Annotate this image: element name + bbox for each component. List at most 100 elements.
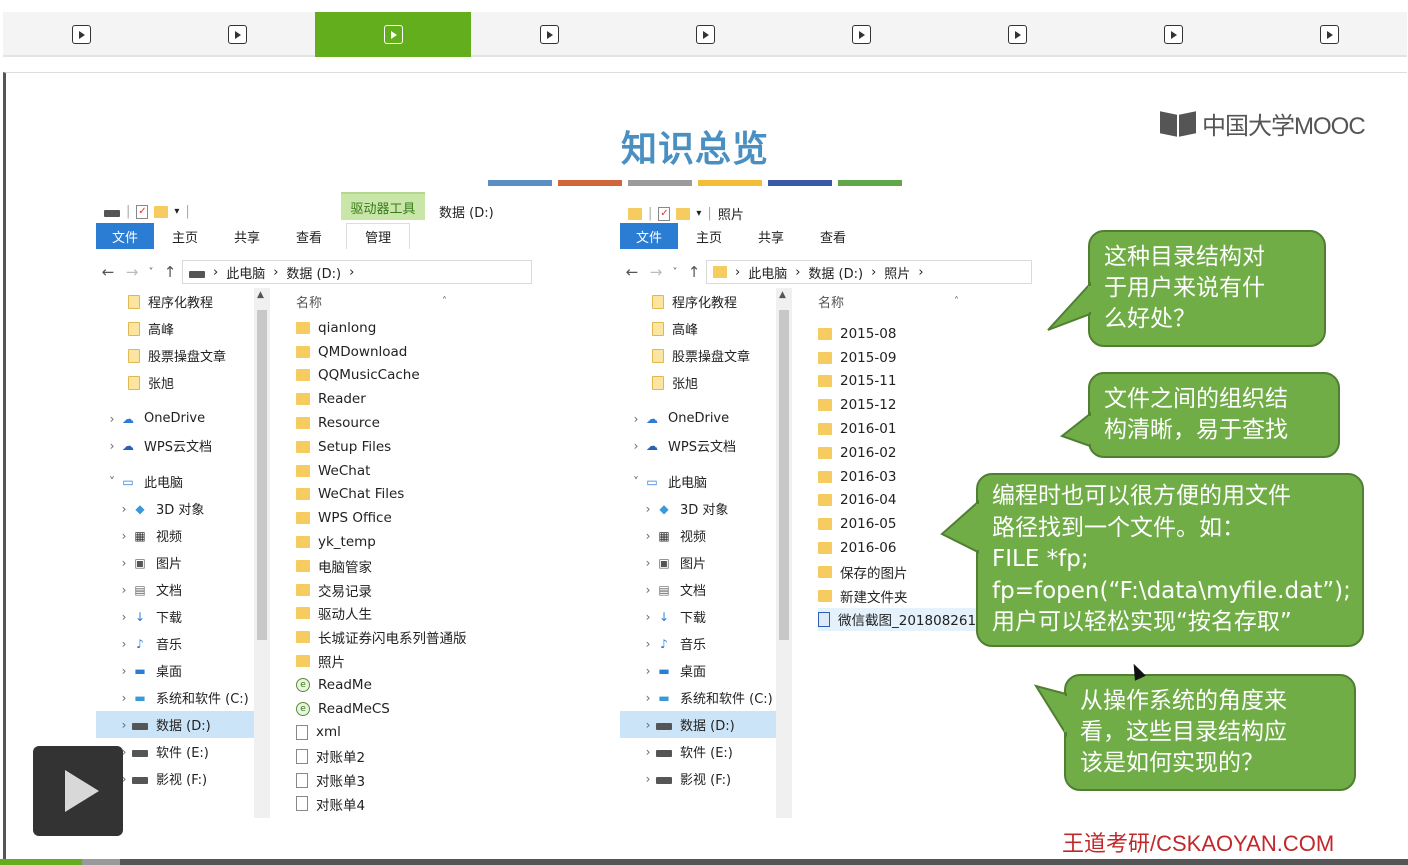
chevron-right-icon[interactable]: ›: [116, 610, 132, 624]
recent-dropdown-icon[interactable]: ˅: [144, 267, 158, 278]
nav-item[interactable]: › ▤ 文档: [620, 576, 792, 603]
file-list-item[interactable]: 驱动人生: [296, 602, 566, 626]
customize-dropdown-icon[interactable]: ▾: [696, 208, 701, 219]
file-list-item[interactable]: 照片: [296, 649, 566, 673]
chapter-button-8[interactable]: [1095, 12, 1251, 57]
file-list-item[interactable]: 对账单3: [296, 768, 566, 792]
forward-arrow-icon[interactable]: →: [644, 263, 668, 281]
chevron-right-icon[interactable]: ›: [640, 691, 656, 705]
video-progress-bar[interactable]: [0, 859, 1408, 865]
navigation-scrollbar[interactable]: ▲: [776, 288, 792, 818]
folder-icon[interactable]: [628, 207, 642, 220]
column-header-name[interactable]: 名称 ˄: [296, 288, 566, 314]
nav-item[interactable]: › 影视 (F:): [620, 765, 792, 792]
file-list-item[interactable]: xml: [296, 721, 566, 745]
chevron-right-icon[interactable]: ›: [104, 412, 120, 426]
chevron-right-icon[interactable]: ›: [116, 637, 132, 651]
chapter-button-6[interactable]: [783, 12, 939, 57]
file-list-item[interactable]: 电脑管家: [296, 554, 566, 578]
address-bar[interactable]: › 此电脑 › 数据 (D:) › 照片 ›: [706, 260, 1032, 284]
customize-dropdown-icon[interactable]: ▾: [174, 206, 179, 217]
chapter-button-1[interactable]: [3, 12, 159, 57]
breadcrumb-photos[interactable]: 照片: [884, 263, 910, 282]
new-folder-icon[interactable]: [154, 205, 169, 218]
tab-share[interactable]: 共享: [740, 223, 802, 249]
nav-item[interactable]: ˅ ▭ 此电脑: [620, 468, 792, 495]
nav-item[interactable]: › ♪ 音乐: [96, 630, 268, 657]
chevron-right-icon[interactable]: ›: [116, 691, 132, 705]
up-arrow-icon[interactable]: ↑: [682, 263, 706, 281]
nav-item[interactable]: › ◆ 3D 对象: [620, 495, 792, 522]
file-list-item[interactable]: e ReadMeCS: [296, 697, 566, 721]
chevron-right-icon[interactable]: ›: [116, 664, 132, 678]
properties-icon[interactable]: ✓: [136, 204, 149, 219]
tab-view[interactable]: 查看: [802, 223, 864, 249]
nav-item[interactable]: 高峰: [96, 315, 268, 342]
nav-item[interactable]: › ♪ 音乐: [620, 630, 792, 657]
chevron-right-icon[interactable]: ›: [104, 439, 120, 453]
tab-manage[interactable]: 管理: [346, 223, 411, 249]
chapter-button-4[interactable]: [471, 12, 627, 57]
column-header-name[interactable]: 名称 ˄: [818, 288, 1066, 314]
tab-home[interactable]: 主页: [678, 223, 740, 249]
chevron-down-icon[interactable]: ˅: [104, 475, 120, 489]
nav-item[interactable]: 张旭: [96, 369, 268, 396]
back-arrow-icon[interactable]: ←: [96, 263, 120, 281]
nav-item[interactable]: 程序化教程: [96, 288, 268, 315]
file-list-item[interactable]: 2016-02: [818, 441, 1066, 465]
chapter-button-7[interactable]: [939, 12, 1095, 57]
chevron-right-icon[interactable]: ›: [640, 718, 656, 732]
chapter-button-2[interactable]: [159, 12, 315, 57]
nav-item[interactable]: › ▤ 文档: [96, 576, 268, 603]
nav-item[interactable]: › ▣ 图片: [96, 549, 268, 576]
file-list-item[interactable]: WeChat Files: [296, 483, 566, 507]
chevron-right-icon[interactable]: ›: [640, 556, 656, 570]
file-list-item[interactable]: 对账单2: [296, 744, 566, 768]
file-list-item[interactable]: WPS Office: [296, 506, 566, 530]
chapter-button-3[interactable]: [315, 12, 471, 57]
chapter-button-9[interactable]: [1251, 12, 1407, 57]
tab-view[interactable]: 查看: [278, 223, 340, 249]
back-arrow-icon[interactable]: ←: [620, 263, 644, 281]
drive-icon[interactable]: [104, 210, 120, 217]
tab-file[interactable]: 文件: [96, 223, 155, 249]
file-list-item[interactable]: yk_temp: [296, 530, 566, 554]
chevron-right-icon[interactable]: ›: [628, 439, 644, 453]
nav-item[interactable]: › ▬ 桌面: [620, 657, 792, 684]
chevron-right-icon[interactable]: ›: [640, 502, 656, 516]
file-list-item[interactable]: 2015-12: [818, 393, 1066, 417]
breadcrumb-this-pc[interactable]: 此电脑: [226, 263, 265, 282]
chevron-right-icon[interactable]: ›: [116, 556, 132, 570]
nav-item[interactable]: › ▬ 桌面: [96, 657, 268, 684]
drive-tools-tab[interactable]: 驱动器工具: [341, 192, 425, 220]
forward-arrow-icon[interactable]: →: [120, 263, 144, 281]
nav-item[interactable]: › ☁ WPS云文档: [620, 432, 792, 459]
up-arrow-icon[interactable]: ↑: [158, 263, 182, 281]
recent-dropdown-icon[interactable]: ˅: [668, 267, 682, 278]
nav-item[interactable]: 股票操盘文章: [620, 342, 792, 369]
file-list-item[interactable]: QQMusicCache: [296, 364, 566, 388]
nav-item[interactable]: › ▬ 系统和软件 (C:): [620, 684, 792, 711]
file-list-item[interactable]: e ReadMe: [296, 673, 566, 697]
file-list-item[interactable]: Resource: [296, 411, 566, 435]
tab-home[interactable]: 主页: [154, 223, 216, 249]
nav-item[interactable]: › 数据 (D:): [620, 711, 792, 738]
nav-item[interactable]: › ↓ 下载: [620, 603, 792, 630]
nav-item[interactable]: › 数据 (D:): [96, 711, 268, 738]
nav-item[interactable]: › ☁ OneDrive: [96, 405, 268, 432]
nav-item[interactable]: › 软件 (E:): [620, 738, 792, 765]
breadcrumb-this-pc[interactable]: 此电脑: [748, 263, 787, 282]
play-button[interactable]: [33, 746, 123, 836]
nav-item[interactable]: › ▣ 图片: [620, 549, 792, 576]
properties-icon[interactable]: ✓: [658, 206, 671, 221]
file-list-item[interactable]: 2015-09: [818, 346, 1066, 370]
file-list-item[interactable]: 交易记录: [296, 578, 566, 602]
file-list-item[interactable]: QMDownload: [296, 340, 566, 364]
file-list-item[interactable]: 长城证券闪电系列普通版: [296, 625, 566, 649]
nav-item[interactable]: › ☁ WPS云文档: [96, 432, 268, 459]
nav-item[interactable]: › ▦ 视频: [620, 522, 792, 549]
nav-item[interactable]: 程序化教程: [620, 288, 792, 315]
chevron-right-icon[interactable]: ›: [640, 637, 656, 651]
scrollbar-thumb[interactable]: [257, 310, 267, 640]
chapter-button-5[interactable]: [627, 12, 783, 57]
